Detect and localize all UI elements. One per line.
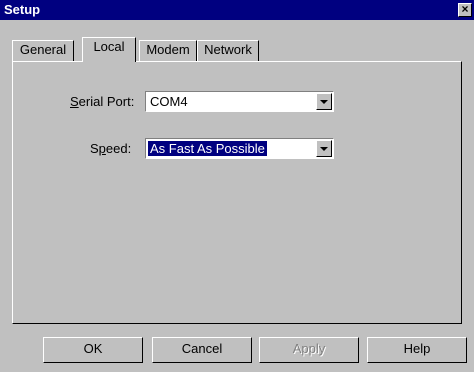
ok-button[interactable]: OK <box>43 337 143 363</box>
cancel-button[interactable]: Cancel <box>152 337 252 363</box>
title-bar[interactable]: Setup × <box>0 0 474 20</box>
close-button[interactable]: × <box>458 3 472 17</box>
window-title: Setup <box>4 2 41 17</box>
tab-modem[interactable]: Modem <box>139 40 197 61</box>
tab-label: General <box>19 42 67 57</box>
tab-network[interactable]: Network <box>197 40 259 61</box>
close-icon: × <box>461 2 469 16</box>
chevron-down-icon[interactable] <box>316 93 332 110</box>
serial-port-value: COM4 <box>150 94 188 109</box>
tab-local[interactable]: Local <box>82 37 136 62</box>
setup-dialog: Setup × General Local Modem Network Seri… <box>0 0 474 372</box>
tab-general[interactable]: General <box>12 40 74 61</box>
help-button[interactable]: Help <box>367 337 467 363</box>
speed-select[interactable]: As Fast As Possible <box>145 138 334 159</box>
tab-label: Network <box>204 42 252 57</box>
speed-label: Speed: <box>90 141 132 156</box>
serial-port-select[interactable]: COM4 <box>145 91 334 112</box>
serial-port-label: Serial Port: <box>70 94 135 109</box>
tab-label: Modem <box>146 42 190 57</box>
tab-label: Local <box>93 39 125 54</box>
speed-value: As Fast As Possible <box>147 140 268 157</box>
chevron-down-icon[interactable] <box>316 140 332 157</box>
apply-button[interactable]: Apply <box>259 337 359 363</box>
